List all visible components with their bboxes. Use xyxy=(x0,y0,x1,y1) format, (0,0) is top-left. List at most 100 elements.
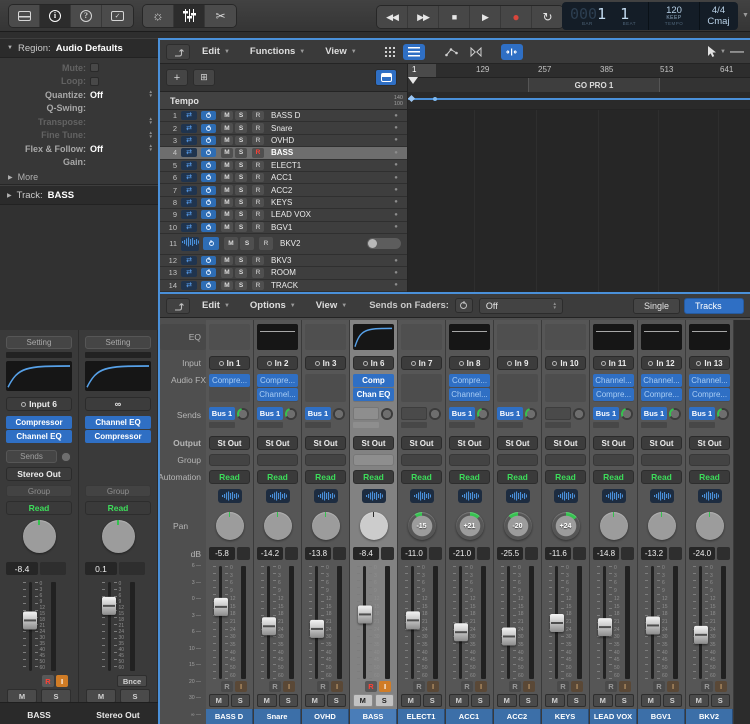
automation-mode-button[interactable]: Read xyxy=(545,470,586,484)
mixer-channel-acc2[interactable]: In 9 Bus 1 St Out Read -20 -25.5 0369121… xyxy=(494,320,542,724)
output-slot[interactable]: St Out xyxy=(593,436,634,450)
record-enable-button[interactable]: R xyxy=(269,681,281,692)
stop-button[interactable]: ■ xyxy=(439,6,470,28)
sends-slot[interactable] xyxy=(353,407,394,431)
eq-thumbnail[interactable] xyxy=(497,324,538,350)
record-enable-button[interactable]: R xyxy=(509,681,521,692)
fader-rail[interactable] xyxy=(453,564,468,681)
output-slot[interactable]: St Out xyxy=(209,436,250,450)
solo-button[interactable]: S xyxy=(235,198,247,208)
send-bus-button[interactable]: Bus 1 xyxy=(449,407,475,420)
record-enable-button[interactable]: R xyxy=(252,161,264,171)
record-enable-button[interactable]: R xyxy=(252,148,264,158)
solo-button[interactable]: S xyxy=(120,689,150,703)
sends-slot[interactable]: Bus 1 xyxy=(209,407,250,431)
eq-thumbnail[interactable] xyxy=(449,324,490,350)
rewind-button[interactable]: ◀◀ xyxy=(377,6,408,28)
channel-fader[interactable]: 03691215182124303540455060 xyxy=(305,564,346,681)
solo-button[interactable]: S xyxy=(471,694,491,707)
solo-button[interactable]: S xyxy=(567,694,587,707)
fader-rail[interactable] xyxy=(597,564,612,681)
solo-button[interactable]: S xyxy=(519,694,539,707)
fader-rail[interactable] xyxy=(405,564,420,681)
mute-button[interactable]: M xyxy=(221,281,233,291)
track-name[interactable]: ELECT1 xyxy=(271,161,389,170)
fader-rail[interactable] xyxy=(309,564,324,681)
fader-cap[interactable] xyxy=(102,597,116,615)
track-on-off-button[interactable] xyxy=(203,237,219,250)
automation-mode-button[interactable]: Read xyxy=(305,470,346,484)
solo-button[interactable]: S xyxy=(423,694,443,707)
mute-button[interactable]: M xyxy=(221,161,233,171)
output-slot[interactable]: Stereo Out xyxy=(6,467,72,481)
record-enable-button[interactable]: R xyxy=(252,123,264,133)
group-slot[interactable] xyxy=(641,454,682,466)
disclosure-triangle-icon[interactable]: ▶ xyxy=(8,174,13,181)
empty-send-slot[interactable] xyxy=(401,422,427,428)
audio-fx-slots[interactable]: Compre...Channel... xyxy=(257,374,298,402)
region-param-fine-tune-[interactable]: Fine Tune: ▲▼ xyxy=(0,129,158,143)
eq-thumbnail[interactable] xyxy=(209,324,250,350)
fader-cap[interactable] xyxy=(550,614,564,632)
track-name[interactable]: BKV2 xyxy=(280,239,367,248)
pan-knob[interactable] xyxy=(600,512,628,540)
volume-value[interactable]: -14.2 xyxy=(257,547,298,560)
tempo-track-header[interactable]: Tempo 140 100 xyxy=(160,92,408,109)
channel-fader[interactable]: 03691215182124303540455060 xyxy=(593,564,634,681)
send-knob[interactable] xyxy=(60,451,72,463)
automation-mode-button[interactable]: Read xyxy=(85,501,151,515)
input-mode-icon[interactable] xyxy=(696,361,701,366)
channel-name[interactable]: KEYS xyxy=(542,709,589,724)
track-row-acc2[interactable]: 7 ⇄ M S R ACC2 ● xyxy=(160,184,407,196)
record-enable-button[interactable]: R xyxy=(252,198,264,208)
smart-controls-icon[interactable]: ☼ xyxy=(143,5,174,27)
automation-mode-button[interactable]: Read xyxy=(209,470,250,484)
region-inspector-header[interactable]: ▼ Region: Audio Defaults xyxy=(0,38,158,58)
record-dot-icon[interactable]: ● xyxy=(389,125,403,131)
track-automation-button[interactable] xyxy=(554,489,578,503)
ruler-first-cell[interactable]: 1 xyxy=(408,64,436,77)
fader-rail[interactable] xyxy=(23,580,38,673)
lcd-options-chevron-icon[interactable]: ▼ xyxy=(742,12,749,19)
send-knob[interactable] xyxy=(477,408,489,420)
solo-button[interactable]: S xyxy=(235,123,247,133)
record-dot-icon[interactable]: ● xyxy=(389,199,403,205)
channel-fader[interactable]: 03691215182124303540455060 xyxy=(545,564,586,681)
mute-button[interactable]: M xyxy=(209,694,229,707)
track-name[interactable]: ROOM xyxy=(271,268,389,277)
region-param-transpose-[interactable]: Transpose: ▲▼ xyxy=(0,115,158,129)
record-dot-icon[interactable]: ● xyxy=(389,113,403,119)
region-param-q-swing-[interactable]: Q-Swing: xyxy=(0,102,158,116)
mute-button[interactable]: M xyxy=(224,237,238,250)
group-slot[interactable] xyxy=(449,454,490,466)
track-inspector-header[interactable]: ▶ Track: BASS xyxy=(0,185,158,205)
region-param-quantize-[interactable]: Quantize: Off ▲▼ xyxy=(0,88,158,102)
forward-button[interactable]: ▶▶ xyxy=(408,6,439,28)
pan-knob[interactable]: -15 xyxy=(408,512,436,540)
group-slot[interactable] xyxy=(353,454,394,466)
input-monitor-button[interactable]: I xyxy=(427,681,439,692)
pan-knob[interactable] xyxy=(102,520,135,553)
pan-knob[interactable] xyxy=(264,512,292,540)
output-slot[interactable]: St Out xyxy=(353,436,394,450)
input-mode-icon[interactable] xyxy=(507,361,512,366)
record-enable-button[interactable]: R xyxy=(252,185,264,195)
input-slot[interactable]: In 1 xyxy=(209,356,250,370)
track-row-elect1[interactable]: 5 ⇄ M S R ELECT1 ● xyxy=(160,160,407,172)
solo-button[interactable]: S xyxy=(235,256,247,266)
record-enable-button[interactable]: R xyxy=(605,681,617,692)
bounce-button[interactable]: Bnce xyxy=(117,675,147,687)
solo-button[interactable]: S xyxy=(235,173,247,183)
editors-icon[interactable]: ✂ xyxy=(205,5,236,27)
audio-fx-slots[interactable]: Channel EQCompressor xyxy=(85,416,151,444)
tempo-automation-lane[interactable] xyxy=(408,92,750,109)
solo-button[interactable]: S xyxy=(235,268,247,278)
group-slot[interactable] xyxy=(689,454,730,466)
mute-button[interactable]: M xyxy=(221,210,233,220)
send-knob[interactable] xyxy=(285,408,297,420)
fader-cap[interactable] xyxy=(310,619,324,637)
send-bus-button[interactable]: Bus 1 xyxy=(209,407,235,420)
sends-slot[interactable]: Bus 1 xyxy=(497,407,538,431)
audio-fx-slots[interactable]: Channel...Compre... xyxy=(689,374,730,402)
track-name[interactable]: ACC1 xyxy=(271,173,389,182)
